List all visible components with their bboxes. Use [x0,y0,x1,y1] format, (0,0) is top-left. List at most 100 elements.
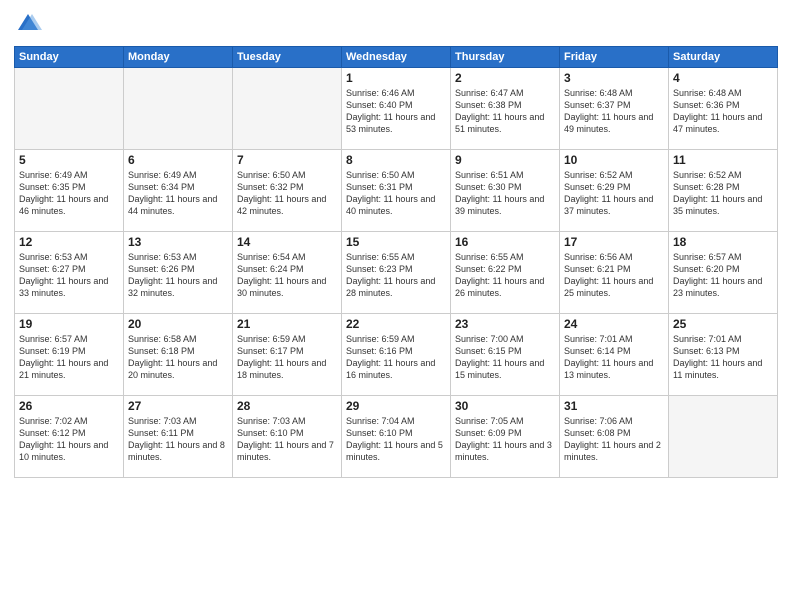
day-number: 11 [673,153,773,167]
calendar-cell: 3 Sunrise: 6:48 AM Sunset: 6:37 PM Daylig… [560,68,669,150]
calendar-weekday: Sunday [15,47,124,68]
logo-icon [14,10,42,38]
calendar-cell: 6Sunrise: 6:49 AM Sunset: 6:34 PM Daylig… [124,150,233,232]
day-number: 16 [455,235,555,249]
cell-info: Sunrise: 7:00 AM Sunset: 6:15 PM Dayligh… [455,333,555,382]
cell-info: Sunrise: 7:05 AM Sunset: 6:09 PM Dayligh… [455,415,555,464]
day-number: 10 [564,153,664,167]
day-number: 12 [19,235,119,249]
cell-info: Sunrise: 6:51 AM Sunset: 6:30 PM Dayligh… [455,169,555,218]
cell-info: Sunrise: 6:55 AM Sunset: 6:23 PM Dayligh… [346,251,446,300]
day-number: 28 [237,399,337,413]
calendar-week-row: 12 Sunrise: 6:53 AM Sunset: 6:27 PM Dayli… [15,232,778,314]
calendar-header-row: SundayMondayTuesdayWednesdayThursdayFrid… [15,47,778,68]
calendar-week-row: 26Sunrise: 7:02 AM Sunset: 6:12 PM Dayli… [15,396,778,478]
day-number: 24 [564,317,664,331]
day-number: 5 [19,153,119,167]
calendar-cell: 23 Sunrise: 7:00 AM Sunset: 6:15 PM Dayli… [451,314,560,396]
day-number: 22 [346,317,446,331]
cell-info: Sunrise: 6:48 AM Sunset: 6:37 PM Dayligh… [564,87,664,136]
logo [14,10,46,38]
cell-info: Sunrise: 7:06 AM Sunset: 6:08 PM Dayligh… [564,415,664,464]
calendar-week-row: 1 Sunrise: 6:46 AM Sunset: 6:40 PM Daylig… [15,68,778,150]
day-number: 14 [237,235,337,249]
calendar-cell: 31 Sunrise: 7:06 AM Sunset: 6:08 PM Dayli… [560,396,669,478]
day-number: 13 [128,235,228,249]
cell-info: Sunrise: 6:50 AM Sunset: 6:32 PM Dayligh… [237,169,337,218]
calendar-cell: 15 Sunrise: 6:55 AM Sunset: 6:23 PM Dayli… [342,232,451,314]
calendar: SundayMondayTuesdayWednesdayThursdayFrid… [14,46,778,478]
day-number: 3 [564,71,664,85]
calendar-cell: 4 Sunrise: 6:48 AM Sunset: 6:36 PM Daylig… [669,68,778,150]
calendar-cell: 8 Sunrise: 6:50 AM Sunset: 6:31 PM Daylig… [342,150,451,232]
calendar-cell: 11 Sunrise: 6:52 AM Sunset: 6:28 PM Dayli… [669,150,778,232]
calendar-weekday: Monday [124,47,233,68]
calendar-week-row: 19 Sunrise: 6:57 AM Sunset: 6:19 PM Dayli… [15,314,778,396]
cell-info: Sunrise: 6:48 AM Sunset: 6:36 PM Dayligh… [673,87,773,136]
calendar-cell [233,68,342,150]
calendar-weekday: Saturday [669,47,778,68]
day-number: 8 [346,153,446,167]
calendar-week-row: 5 Sunrise: 6:49 AM Sunset: 6:35 PM Daylig… [15,150,778,232]
cell-info: Sunrise: 7:01 AM Sunset: 6:13 PM Dayligh… [673,333,773,382]
calendar-cell: 24 Sunrise: 7:01 AM Sunset: 6:14 PM Dayli… [560,314,669,396]
day-number: 18 [673,235,773,249]
calendar-cell: 16 Sunrise: 6:55 AM Sunset: 6:22 PM Dayli… [451,232,560,314]
cell-info: Sunrise: 6:57 AM Sunset: 6:20 PM Dayligh… [673,251,773,300]
calendar-cell [124,68,233,150]
cell-info: Sunrise: 6:54 AM Sunset: 6:24 PM Dayligh… [237,251,337,300]
calendar-cell: 10 Sunrise: 6:52 AM Sunset: 6:29 PM Dayli… [560,150,669,232]
header [14,10,778,38]
cell-info: Sunrise: 6:53 AM Sunset: 6:26 PM Dayligh… [128,251,228,300]
calendar-cell: 19 Sunrise: 6:57 AM Sunset: 6:19 PM Dayli… [15,314,124,396]
day-number: 9 [455,153,555,167]
cell-info: Sunrise: 6:57 AM Sunset: 6:19 PM Dayligh… [19,333,119,382]
day-number: 30 [455,399,555,413]
calendar-cell: 27Sunrise: 7:03 AM Sunset: 6:11 PM Dayli… [124,396,233,478]
calendar-cell: 12 Sunrise: 6:53 AM Sunset: 6:27 PM Dayli… [15,232,124,314]
day-number: 23 [455,317,555,331]
calendar-cell: 29Sunrise: 7:04 AM Sunset: 6:10 PM Dayli… [342,396,451,478]
calendar-cell: 5 Sunrise: 6:49 AM Sunset: 6:35 PM Daylig… [15,150,124,232]
calendar-cell: 26Sunrise: 7:02 AM Sunset: 6:12 PM Dayli… [15,396,124,478]
day-number: 31 [564,399,664,413]
cell-info: Sunrise: 6:55 AM Sunset: 6:22 PM Dayligh… [455,251,555,300]
calendar-cell: 13 Sunrise: 6:53 AM Sunset: 6:26 PM Dayli… [124,232,233,314]
calendar-cell: 7Sunrise: 6:50 AM Sunset: 6:32 PM Daylig… [233,150,342,232]
cell-info: Sunrise: 7:03 AM Sunset: 6:10 PM Dayligh… [237,415,337,464]
day-number: 20 [128,317,228,331]
cell-info: Sunrise: 6:52 AM Sunset: 6:28 PM Dayligh… [673,169,773,218]
calendar-cell: 30 Sunrise: 7:05 AM Sunset: 6:09 PM Dayli… [451,396,560,478]
day-number: 6 [128,153,228,167]
cell-info: Sunrise: 6:52 AM Sunset: 6:29 PM Dayligh… [564,169,664,218]
day-number: 15 [346,235,446,249]
cell-info: Sunrise: 6:56 AM Sunset: 6:21 PM Dayligh… [564,251,664,300]
day-number: 1 [346,71,446,85]
calendar-cell: 9 Sunrise: 6:51 AM Sunset: 6:30 PM Daylig… [451,150,560,232]
cell-info: Sunrise: 7:02 AM Sunset: 6:12 PM Dayligh… [19,415,119,464]
cell-info: Sunrise: 7:01 AM Sunset: 6:14 PM Dayligh… [564,333,664,382]
day-number: 19 [19,317,119,331]
cell-info: Sunrise: 6:53 AM Sunset: 6:27 PM Dayligh… [19,251,119,300]
cell-info: Sunrise: 6:46 AM Sunset: 6:40 PM Dayligh… [346,87,446,136]
day-number: 25 [673,317,773,331]
cell-info: Sunrise: 6:59 AM Sunset: 6:17 PM Dayligh… [237,333,337,382]
calendar-cell: 20 Sunrise: 6:58 AM Sunset: 6:18 PM Dayli… [124,314,233,396]
day-number: 4 [673,71,773,85]
calendar-cell: 22Sunrise: 6:59 AM Sunset: 6:16 PM Dayli… [342,314,451,396]
calendar-cell: 28 Sunrise: 7:03 AM Sunset: 6:10 PM Dayli… [233,396,342,478]
calendar-cell: 17Sunrise: 6:56 AM Sunset: 6:21 PM Dayli… [560,232,669,314]
calendar-weekday: Thursday [451,47,560,68]
calendar-cell: 14 Sunrise: 6:54 AM Sunset: 6:24 PM Dayli… [233,232,342,314]
cell-info: Sunrise: 6:47 AM Sunset: 6:38 PM Dayligh… [455,87,555,136]
cell-info: Sunrise: 7:03 AM Sunset: 6:11 PM Dayligh… [128,415,228,464]
calendar-cell [669,396,778,478]
cell-info: Sunrise: 7:04 AM Sunset: 6:10 PM Dayligh… [346,415,446,464]
cell-info: Sunrise: 6:49 AM Sunset: 6:35 PM Dayligh… [19,169,119,218]
page: SundayMondayTuesdayWednesdayThursdayFrid… [0,0,792,612]
calendar-weekday: Tuesday [233,47,342,68]
cell-info: Sunrise: 6:58 AM Sunset: 6:18 PM Dayligh… [128,333,228,382]
cell-info: Sunrise: 6:50 AM Sunset: 6:31 PM Dayligh… [346,169,446,218]
calendar-weekday: Wednesday [342,47,451,68]
calendar-cell: 1 Sunrise: 6:46 AM Sunset: 6:40 PM Daylig… [342,68,451,150]
